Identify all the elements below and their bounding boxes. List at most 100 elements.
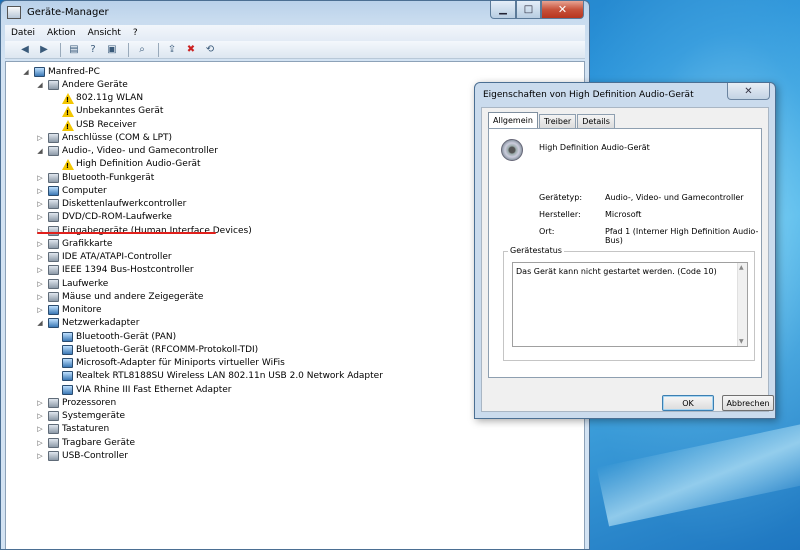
tree-item[interactable]: ! Unbekanntes Gerät — [50, 105, 163, 118]
toolbar-separator — [128, 42, 129, 57]
expand-icon[interactable]: ▷ — [36, 306, 44, 314]
tree-item[interactable]: ◢ Netzwerkadapter — [36, 317, 139, 330]
menu-help[interactable]: ? — [127, 28, 144, 38]
scroll-up-icon[interactable]: ▲ — [739, 264, 744, 271]
menu-aktion[interactable]: Aktion — [41, 28, 82, 38]
expand-icon[interactable]: ▷ — [36, 439, 44, 447]
tree-item[interactable]: ▷ Laufwerke — [36, 277, 108, 290]
menu-bar: Datei Aktion Ansicht ? — [5, 25, 585, 41]
minimize-button[interactable]: ▁ — [490, 1, 516, 19]
tree-item[interactable]: ◢ Audio-, Video- und Gamecontroller — [36, 145, 218, 158]
tab-treiber[interactable]: Treiber — [538, 114, 577, 128]
expand-icon[interactable]: ▷ — [36, 425, 44, 433]
tab-details[interactable]: Details — [577, 114, 615, 128]
expand-icon[interactable]: ▷ — [36, 174, 44, 182]
tree-item[interactable]: ▷ Systemgeräte — [36, 410, 125, 423]
maximize-button[interactable]: □ — [516, 1, 541, 19]
tree-item-label: High Definition Audio-Gerät — [76, 159, 201, 170]
drive-icon — [48, 278, 59, 289]
tree-item[interactable]: ▷ Prozessoren — [36, 396, 116, 409]
tree-item[interactable]: ◢ Andere Geräte — [36, 78, 128, 91]
computer-icon — [48, 185, 59, 196]
floppy-controller-icon — [48, 199, 59, 209]
manufacturer-label: Hersteller: — [539, 210, 581, 219]
device-manager-icon — [7, 6, 21, 19]
collapse-icon[interactable]: ◢ — [36, 81, 44, 89]
tree-item[interactable]: Bluetooth-Gerät (PAN) — [50, 330, 176, 343]
tree-item[interactable]: ▷ Computer — [36, 184, 107, 197]
network-icon — [62, 384, 73, 395]
cancel-button[interactable]: Abbrechen — [722, 395, 774, 411]
tree-item[interactable]: Bluetooth-Gerät (RFCOMM-Protokoll-TDI) — [50, 343, 258, 356]
dialog-body: Allgemein Treiber Details High Definitio… — [481, 107, 774, 412]
expand-icon[interactable]: ▷ — [36, 240, 44, 248]
tree-item[interactable]: ▷ Bluetooth-Funkgerät — [36, 171, 154, 184]
expand-icon[interactable]: ▷ — [36, 280, 44, 288]
tree-item[interactable]: ! High Definition Audio-Gerät — [50, 158, 201, 171]
tree-item[interactable]: ▷ Diskettenlaufwerkcontroller — [36, 198, 186, 211]
expand-icon[interactable]: ▷ — [36, 412, 44, 420]
expand-icon[interactable]: ▷ — [36, 200, 44, 208]
title-bar[interactable]: Geräte-Manager ▁ □ ✕ — [1, 1, 589, 25]
tree-item[interactable]: ! 802.11g WLAN — [50, 92, 143, 105]
tree-item[interactable]: ▷ DVD/CD-ROM-Laufwerke — [36, 211, 172, 224]
tab-allgemein[interactable]: Allgemein — [488, 112, 538, 128]
dialog-close-button[interactable]: ✕ — [727, 83, 770, 100]
tree-item[interactable]: ▷ IEEE 1394 Bus-Hostcontroller — [36, 264, 194, 277]
tree-item[interactable]: ▷ Tragbare Geräte — [36, 436, 135, 449]
ok-button[interactable]: OK — [662, 395, 714, 411]
tree-item[interactable]: VIA Rhine III Fast Ethernet Adapter — [50, 383, 232, 396]
processor-icon — [48, 397, 59, 408]
tree-item[interactable]: ▷ IDE ATA/ATAPI-Controller — [36, 251, 172, 264]
properties-icon[interactable]: ▤ — [66, 43, 82, 57]
uninstall-icon[interactable]: ⟲ — [202, 43, 218, 57]
collapse-icon[interactable]: ◢ — [22, 68, 30, 76]
tree-item[interactable]: ▷ Mäuse und andere Zeigegeräte — [36, 290, 203, 303]
tree-root[interactable]: ◢ Manfred-PC — [22, 65, 100, 78]
update-driver-icon[interactable]: ⇪ — [164, 43, 180, 57]
expand-icon[interactable]: ▷ — [36, 213, 44, 221]
tree-item[interactable]: Realtek RTL8188SU Wireless LAN 802.11n U… — [50, 370, 383, 383]
tree-item[interactable]: ▷ Tastaturen — [36, 423, 109, 436]
menu-datei[interactable]: Datei — [5, 28, 41, 38]
disable-icon[interactable]: ✖ — [183, 43, 199, 57]
collapse-icon[interactable]: ◢ — [36, 319, 44, 327]
show-icon[interactable]: ▣ — [104, 43, 120, 57]
toolbar-separator — [158, 42, 159, 57]
tree-item[interactable]: ▷ Monitore — [36, 304, 102, 317]
portable-icon — [48, 437, 59, 448]
tree-item-label: Tastaturen — [62, 424, 110, 435]
expand-icon[interactable]: ▷ — [36, 187, 44, 195]
expand-icon[interactable]: ▷ — [36, 134, 44, 142]
tree-item-label: Computer — [62, 185, 107, 196]
tree-item[interactable]: ▷ USB-Controller — [36, 449, 128, 462]
expand-icon[interactable]: ▷ — [36, 266, 44, 274]
tree-item[interactable]: Microsoft-Adapter für Miniports virtuell… — [50, 357, 285, 370]
device-status-textbox[interactable]: Das Gerät kann nicht gestartet werden. (… — [512, 262, 748, 347]
back-icon[interactable]: ◀ — [17, 43, 33, 57]
close-button[interactable]: ✕ — [541, 1, 584, 19]
help-icon[interactable]: ? — [85, 43, 101, 57]
status-scrollbar[interactable]: ▲ ▼ — [737, 263, 747, 346]
device-status-text: Das Gerät kann nicht gestartet werden. (… — [516, 267, 717, 276]
scan-icon[interactable]: ⌕ — [134, 43, 150, 57]
tree-item-label: Monitore — [62, 305, 102, 315]
expand-icon[interactable]: ▷ — [36, 293, 44, 301]
forward-icon[interactable]: ▶ — [36, 43, 52, 57]
tree-item[interactable]: ! USB Receiver — [50, 118, 136, 131]
caption-buttons: ▁ □ ✕ — [490, 1, 584, 19]
expand-icon[interactable]: ▷ — [36, 253, 44, 261]
tree-item-label: DVD/CD-ROM-Laufwerke — [62, 212, 172, 223]
menu-ansicht[interactable]: Ansicht — [82, 28, 127, 38]
warning-icon: ! — [62, 106, 74, 118]
tree-item[interactable]: ▷ Eingabegeräte (Human Interface Devices) — [36, 224, 252, 237]
speaker-icon — [501, 139, 523, 161]
tree-item[interactable]: ▷ Grafikkarte — [36, 237, 112, 250]
scroll-down-icon[interactable]: ▼ — [739, 338, 744, 345]
tree-item-label: Realtek RTL8188SU Wireless LAN 802.11n U… — [76, 371, 383, 382]
collapse-icon[interactable]: ◢ — [36, 147, 44, 155]
expand-icon[interactable]: ▷ — [36, 399, 44, 407]
tree-item[interactable]: ▷ Anschlüsse (COM & LPT) — [36, 131, 172, 144]
expand-icon[interactable]: ▷ — [36, 452, 44, 460]
tree-item-label: VIA Rhine III Fast Ethernet Adapter — [76, 384, 232, 395]
